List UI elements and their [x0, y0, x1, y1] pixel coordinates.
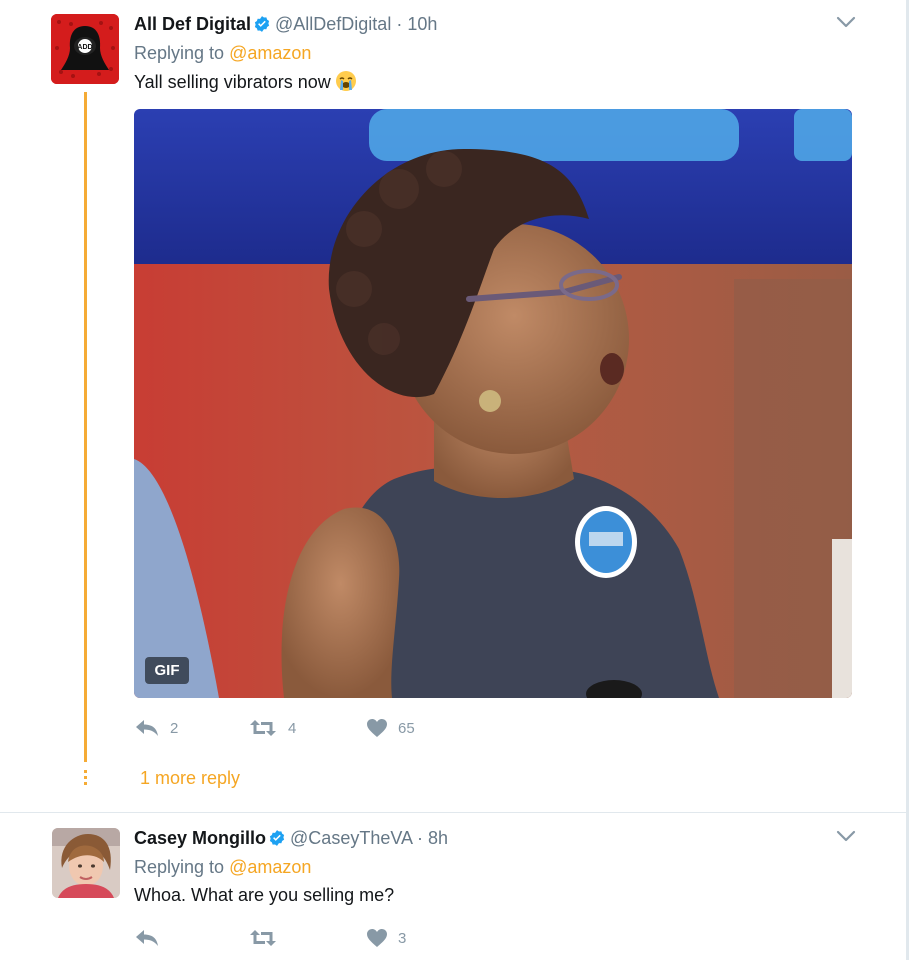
reply-icon — [136, 720, 158, 736]
chevron-down-icon[interactable] — [836, 15, 856, 29]
reply-action[interactable] — [134, 926, 170, 950]
tweet-actions: 2 4 65 — [134, 716, 534, 740]
replying-to: Replying to @amazon — [134, 42, 311, 64]
reply-count: 2 — [170, 719, 179, 737]
like-action[interactable]: 3 — [366, 926, 406, 950]
replying-label: Replying to — [134, 857, 225, 877]
display-name[interactable]: Casey Mongillo — [134, 828, 266, 848]
reply-action[interactable]: 2 — [134, 716, 178, 740]
tweet-text-body: Yall selling vibrators now — [134, 72, 331, 92]
avatar-casey-mongillo[interactable] — [52, 828, 120, 898]
avatar-all-def-digital[interactable]: ADD — [51, 14, 119, 84]
mention-link[interactable]: @amazon — [229, 43, 311, 63]
tweet-divider — [0, 812, 906, 813]
tweet-text: Whoa. What are you selling me? — [134, 885, 395, 905]
tweet-text: Yall selling vibrators now — [134, 70, 357, 93]
gif-media[interactable]: GIF — [134, 109, 852, 698]
like-count: 3 — [398, 929, 407, 947]
timestamp[interactable]: · 10h — [396, 14, 437, 34]
handle[interactable]: @AllDefDigital — [275, 14, 391, 34]
svg-text:ADD: ADD — [77, 44, 92, 51]
gif-image — [134, 109, 852, 698]
display-name[interactable]: All Def Digital — [134, 14, 251, 34]
more-replies-link[interactable]: 1 more reply — [140, 767, 240, 789]
retweet-action[interactable]: 4 — [248, 716, 296, 740]
heart-icon — [367, 929, 387, 947]
tweet-header: Casey Mongillo @CaseyTheVA · 8h — [134, 827, 448, 849]
verified-badge-icon — [254, 16, 270, 32]
avatar-photo — [52, 828, 120, 898]
tweet-header: All Def Digital @AllDefDigital · 10h — [134, 13, 437, 35]
tweet-all-def-digital[interactable]: ADD All Def Digital @AllDefDigital · 10h … — [0, 0, 906, 812]
retweet-icon — [250, 930, 276, 946]
reply-icon — [136, 930, 158, 946]
like-count: 65 — [398, 719, 415, 737]
mention-link[interactable]: @amazon — [229, 857, 311, 877]
replying-label: Replying to — [134, 43, 225, 63]
gif-badge: GIF — [145, 657, 189, 684]
handle[interactable]: @CaseyTheVA — [290, 828, 412, 848]
verified-badge-icon — [269, 830, 285, 846]
avatar-logo-icon: ADD — [51, 14, 119, 84]
like-action[interactable]: 65 — [366, 716, 415, 740]
replying-to: Replying to @amazon — [134, 856, 311, 878]
timestamp[interactable]: · 8h — [417, 828, 448, 848]
retweet-count: 4 — [288, 719, 297, 737]
chevron-down-icon[interactable] — [836, 829, 856, 843]
retweet-icon — [250, 720, 276, 736]
crying-face-emoji-icon — [335, 71, 356, 91]
tweet-actions: 3 — [134, 926, 534, 950]
retweet-action[interactable] — [248, 926, 288, 950]
heart-icon — [367, 719, 387, 737]
thread-line — [84, 92, 87, 762]
thread-dots — [84, 770, 87, 788]
